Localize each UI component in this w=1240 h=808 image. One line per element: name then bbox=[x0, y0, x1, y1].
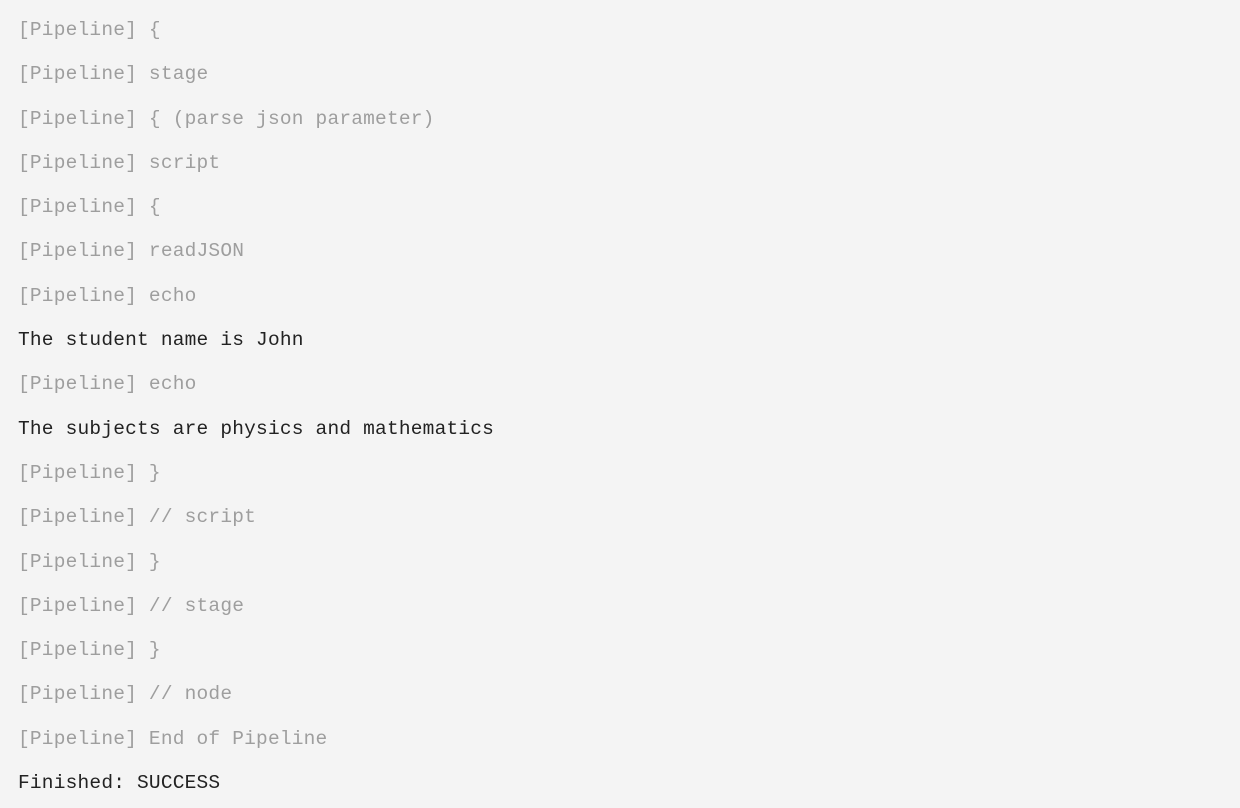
console-line: [Pipeline] End of Pipeline bbox=[18, 717, 1222, 761]
console-line: The subjects are physics and mathematics bbox=[18, 407, 1222, 451]
console-line: [Pipeline] // stage bbox=[18, 584, 1222, 628]
console-line: [Pipeline] } bbox=[18, 628, 1222, 672]
console-line: [Pipeline] } bbox=[18, 540, 1222, 584]
console-line: [Pipeline] echo bbox=[18, 362, 1222, 406]
console-line: [Pipeline] // script bbox=[18, 495, 1222, 539]
console-line: [Pipeline] // node bbox=[18, 672, 1222, 716]
console-line: [Pipeline] script bbox=[18, 141, 1222, 185]
console-line: [Pipeline] stage bbox=[18, 52, 1222, 96]
console-output: [Pipeline] {[Pipeline] stage[Pipeline] {… bbox=[18, 8, 1222, 805]
console-container: [Pipeline] {[Pipeline] stage[Pipeline] {… bbox=[0, 0, 1240, 808]
console-line: Finished: SUCCESS bbox=[18, 761, 1222, 805]
console-line: [Pipeline] readJSON bbox=[18, 229, 1222, 273]
console-line: The student name is John bbox=[18, 318, 1222, 362]
console-line: [Pipeline] { bbox=[18, 8, 1222, 52]
console-line: [Pipeline] } bbox=[18, 451, 1222, 495]
console-line: [Pipeline] { bbox=[18, 185, 1222, 229]
console-line: [Pipeline] echo bbox=[18, 274, 1222, 318]
console-line: [Pipeline] { (parse json parameter) bbox=[18, 97, 1222, 141]
